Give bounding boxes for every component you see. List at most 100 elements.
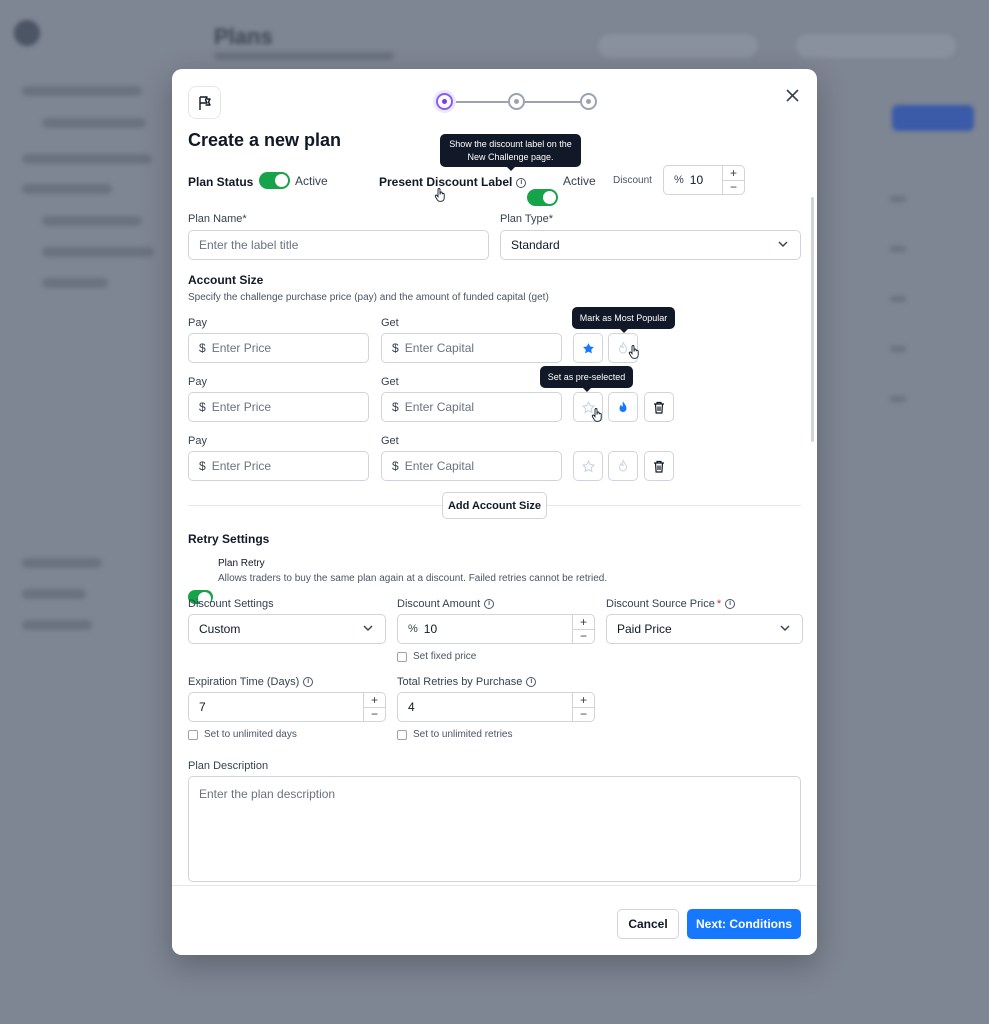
get-label: Get [381, 376, 399, 388]
most-popular-button[interactable] [573, 451, 603, 481]
retry-settings-title: Retry Settings [188, 532, 270, 546]
info-icon[interactable]: i [526, 677, 537, 688]
plan-name-input[interactable]: Enter the label title [188, 230, 489, 260]
expiration-input[interactable]: 7 + − [188, 692, 386, 722]
increment-icon[interactable]: + [723, 166, 744, 180]
flag-icon [188, 86, 221, 119]
plan-status-label: Plan Status [188, 175, 254, 189]
source-price-select[interactable]: Paid Price [606, 614, 803, 644]
star-icon [581, 459, 595, 472]
pay-label: Pay [188, 317, 207, 329]
plan-name-label: Plan Name* [188, 213, 247, 225]
close-icon[interactable] [782, 85, 802, 105]
pay-label: Pay [188, 435, 207, 447]
pay-input[interactable]: $ Enter Price [188, 392, 369, 422]
flame-icon [619, 401, 627, 412]
decrement-icon[interactable]: − [364, 706, 385, 722]
discount-settings-label: Discount Settings [188, 598, 274, 610]
pay-label: Pay [188, 376, 207, 388]
discount-amount-input[interactable]: % 10 + − [397, 614, 595, 644]
plan-status-value: Active [295, 174, 328, 188]
get-input[interactable]: $ Enter Capital [381, 333, 562, 363]
plan-type-select[interactable]: Standard [500, 230, 801, 260]
most-popular-button[interactable] [573, 333, 603, 363]
step-1 [436, 93, 453, 110]
preselected-tooltip: Set as pre-selected [540, 366, 633, 392]
expiration-stepper[interactable]: + − [363, 693, 385, 721]
most-popular-tooltip: Mark as Most Popular [572, 307, 675, 333]
preselected-button[interactable] [608, 392, 638, 422]
bg-page-title: Plans [214, 24, 273, 49]
hand-cursor-icon [434, 188, 446, 204]
discount-settings-select[interactable]: Custom [188, 614, 386, 644]
plan-retry-label: Plan Retry [218, 558, 265, 569]
app-logo [14, 20, 40, 46]
pay-input[interactable]: $ Enter Price [188, 333, 369, 363]
decrement-icon[interactable]: − [573, 628, 594, 644]
plan-description-label: Plan Description [188, 760, 269, 772]
next-conditions-button[interactable]: Next: Conditions [687, 909, 801, 939]
discount-amount-label: Discount Amount i [397, 598, 495, 610]
progress-stepper [436, 93, 597, 111]
increment-icon[interactable]: + [364, 693, 385, 707]
discount-label: Discount [613, 175, 652, 186]
get-input[interactable]: $ Enter Capital [381, 451, 562, 481]
get-label: Get [381, 435, 399, 447]
star-icon [582, 342, 594, 353]
add-account-size-button[interactable]: Add Account Size [442, 492, 547, 519]
info-icon[interactable]: i [725, 599, 736, 610]
discount-input[interactable]: % 10 + − [663, 165, 745, 195]
scrollbar[interactable] [811, 197, 814, 442]
unlimited-retries-checkbox[interactable] [397, 730, 407, 740]
trash-icon [654, 460, 664, 473]
increment-icon[interactable]: + [573, 693, 594, 707]
fixed-price-checkbox[interactable] [397, 652, 407, 662]
hand-cursor-icon [628, 345, 640, 361]
discount-label-tooltip: Show the discount label on the New Chall… [440, 134, 581, 171]
fixed-price-label: Set fixed price [413, 651, 477, 662]
chevron-down-icon [363, 625, 373, 631]
modal-footer: Cancel Next: Conditions [172, 885, 817, 955]
discount-amount-stepper[interactable]: + − [572, 615, 594, 643]
increment-icon[interactable]: + [573, 615, 594, 629]
plan-status-toggle[interactable] [259, 172, 290, 189]
total-retries-stepper[interactable]: + − [572, 693, 594, 721]
hand-cursor-icon [591, 408, 603, 424]
discount-label-toggle[interactable] [527, 189, 558, 206]
info-icon[interactable]: i [303, 677, 314, 688]
get-input[interactable]: $ Enter Capital [381, 392, 562, 422]
plan-type-label: Plan Type* [500, 213, 554, 225]
info-icon[interactable]: i [484, 599, 495, 610]
get-label: Get [381, 317, 399, 329]
preselected-button[interactable] [608, 451, 638, 481]
delete-row-button[interactable] [644, 451, 674, 481]
unlimited-days-checkbox[interactable] [188, 730, 198, 740]
cancel-button[interactable]: Cancel [617, 909, 679, 939]
decrement-icon[interactable]: − [573, 706, 594, 722]
delete-row-button[interactable] [644, 392, 674, 422]
unlimited-days-label: Set to unlimited days [204, 729, 297, 740]
step-2 [508, 93, 525, 110]
pay-input[interactable]: $ Enter Price [188, 451, 369, 481]
total-retries-input[interactable]: 4 + − [397, 692, 595, 722]
plan-retry-description: Allows traders to buy the same plan agai… [218, 573, 608, 584]
discount-label-label: Present Discount Label i [379, 175, 527, 189]
unlimited-retries-label: Set to unlimited retries [413, 729, 513, 740]
discount-label-value: Active [563, 174, 596, 188]
modal-title: Create a new plan [188, 130, 342, 150]
flame-icon [618, 459, 628, 472]
create-plan-modal: Create a new plan Show the discount labe… [172, 69, 817, 955]
account-size-title: Account Size [188, 273, 264, 287]
trash-icon [654, 401, 664, 414]
discount-stepper[interactable]: + − [722, 166, 744, 194]
decrement-icon[interactable]: − [723, 179, 744, 195]
step-3 [580, 93, 597, 110]
chevron-down-icon [778, 241, 788, 247]
plan-description-textarea[interactable]: Enter the plan description [188, 776, 801, 882]
chevron-down-icon [780, 625, 790, 631]
info-icon[interactable]: i [516, 177, 527, 188]
source-price-label: Discount Source Price * i [606, 598, 736, 610]
account-size-description: Specify the challenge purchase price (pa… [188, 292, 549, 303]
total-retries-label: Total Retries by Purchase i [397, 676, 537, 688]
expiration-label: Expiration Time (Days) i [188, 676, 314, 688]
